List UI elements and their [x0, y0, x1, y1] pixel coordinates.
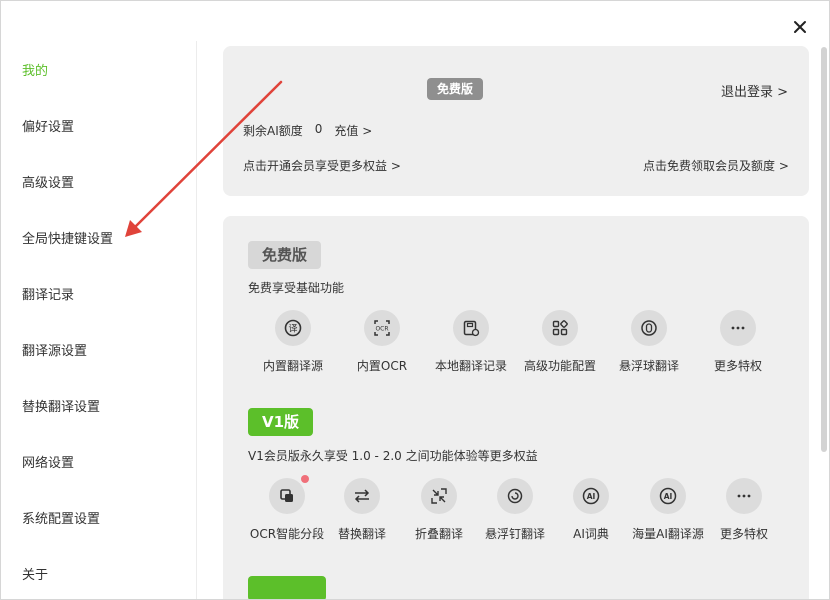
- layers-icon: [280, 489, 293, 502]
- free-plan-badge: 免费版: [248, 241, 322, 269]
- sidebar-item-system[interactable]: 系统配置设置: [22, 508, 100, 527]
- v1-plan-badge: V1版: [248, 408, 314, 436]
- svg-text:AI: AI: [587, 492, 596, 501]
- free-membership-link[interactable]: 点击免费领取会员及额度 >: [643, 157, 789, 174]
- apps-grid-icon: [552, 320, 568, 336]
- current-plan-badge: 免费版: [427, 78, 484, 100]
- feature-local-history[interactable]: 本地翻译记录: [421, 310, 521, 374]
- ocr-icon: OCR: [374, 320, 390, 336]
- content-scrollbar[interactable]: [821, 47, 827, 452]
- free-plan-desc: 免费享受基础功能: [248, 281, 345, 295]
- sidebar-item-preferences[interactable]: 偏好设置: [22, 116, 74, 135]
- next-plan-badge: [248, 576, 326, 599]
- translate-icon: 译: [284, 319, 302, 337]
- settings-window: 我的 偏好设置 高级设置 全局快捷键设置 翻译记录 翻译源设置 替换翻译设置 网…: [0, 0, 830, 600]
- quota-label: 剩余AI额度: [243, 124, 303, 138]
- quota-value: 0: [314, 122, 323, 136]
- logout-link[interactable]: 退出登录 >: [721, 81, 788, 100]
- sidebar-item-replace[interactable]: 替换翻译设置: [22, 396, 100, 415]
- sidebar-item-sources[interactable]: 翻译源设置: [22, 340, 87, 359]
- sidebar-item-hotkeys[interactable]: 全局快捷键设置: [22, 228, 113, 247]
- float-ball-icon: [641, 320, 657, 336]
- sidebar-item-advanced[interactable]: 高级设置: [22, 172, 74, 191]
- collapse-icon: [431, 488, 447, 504]
- feature-float-ball[interactable]: 悬浮球翻译: [599, 310, 699, 374]
- ai-icon: AI: [659, 487, 677, 505]
- ai-quota-row: 剩余AI额度 0 充值 >: [243, 122, 372, 139]
- save-history-icon: [463, 320, 480, 337]
- close-icon: [794, 21, 806, 33]
- sidebar-item-mine[interactable]: 我的: [22, 60, 48, 79]
- swap-icon: [354, 489, 370, 503]
- svg-text:AI: AI: [664, 492, 673, 501]
- more-icon: [731, 326, 745, 330]
- feature-advanced-config[interactable]: 高级功能配置: [510, 310, 610, 374]
- sidebar-item-about[interactable]: 关于: [22, 564, 48, 583]
- feature-more-free[interactable]: 更多特权: [688, 310, 788, 374]
- recharge-link[interactable]: 充值 >: [334, 122, 372, 139]
- upgrade-membership-link[interactable]: 点击开通会员享受更多权益 >: [243, 157, 401, 174]
- close-button[interactable]: [790, 17, 810, 37]
- svg-text:译: 译: [288, 324, 297, 335]
- notification-dot: [301, 475, 309, 483]
- svg-text:OCR: OCR: [375, 326, 388, 333]
- more-icon: [737, 494, 751, 498]
- ai-icon: AI: [582, 487, 600, 505]
- pin-ring-icon: [507, 488, 523, 504]
- feature-more-v1[interactable]: 更多特权: [694, 478, 794, 542]
- feature-builtin-sources[interactable]: 译 内置翻译源: [243, 310, 343, 374]
- sidebar-item-network[interactable]: 网络设置: [22, 452, 74, 471]
- feature-builtin-ocr[interactable]: OCR 内置OCR: [332, 310, 432, 374]
- sidebar-item-history[interactable]: 翻译记录: [22, 284, 74, 303]
- v1-plan-desc: V1会员版永久享受 1.0 - 2.0 之间功能体验等更多权益: [248, 449, 538, 463]
